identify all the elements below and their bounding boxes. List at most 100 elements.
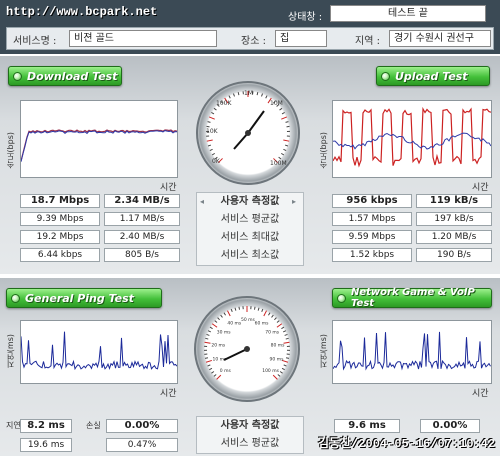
ping-graph [20,320,178,384]
upload-max-bps: 9.59 Mbps [332,230,412,244]
ping-gauge-tick [261,308,264,312]
download-min-bps: 6.44 kbps [20,248,100,262]
upload-avg-bytes: 197 kB/s [416,212,492,226]
game-axis-label: 지연(ms) [319,334,328,369]
upload-min-bps: 1.52 kbps [332,248,412,262]
upload-avg-bps: 1.57 Mbps [332,212,412,226]
label-service-avg: 서비스 평균값 [220,214,280,225]
upload-series-line [332,106,492,168]
ping-gauge-tick [268,312,271,316]
speed-gauge-tick [209,116,215,120]
status-label: 상태창 : [288,12,323,23]
speed-gauge-tick [209,148,213,152]
speed-tick-0k: 0K [212,158,221,165]
network-game-voip-test-button[interactable]: Network Game & VoIP Test [332,287,492,309]
status-value: 테스트 끝 [330,5,486,22]
speed-tick-100m: 100M [270,160,287,167]
upload-min-bytes: 190 B/s [416,248,492,262]
download-max-bytes: 2.40 MB/s [104,230,180,244]
speed-gauge-tick [213,107,217,111]
speed-gauge-tick [206,139,213,142]
ping-gauge-tick [283,364,287,367]
speed-gauge-tick [278,156,282,160]
speed-gauge-tick [207,144,212,147]
ping-gauge: 0 ms 10 ms 20 ms 30 ms 40 ms 50 ms 60 ms 70 ms 8… [194,296,300,402]
speed-gauge-tick [265,95,268,99]
ping-gauge-tick [254,306,256,310]
ping-gauge-tick [204,357,209,359]
ping-gauge-tick-label: 40 ms [227,320,242,326]
download-test-button[interactable]: Download Test [8,66,122,86]
speed-tick-10m: 10M [270,100,283,107]
bullet-icon [13,72,22,81]
ping-gauge-tick [223,312,226,316]
header-bar: http://www.bcpark.net 상태창 : 테스트 끝 서비스명 :… [0,0,500,54]
service-field: 비젼 골드 [69,30,217,47]
ping-gauge-tick [277,374,281,377]
ping-graph-svg [20,331,178,371]
ping-user-delay: 8.2 ms [20,419,72,433]
game-time-label: 시간 [472,389,489,399]
speed-gauge-tick [280,152,285,156]
download-graph-svg [20,129,178,162]
place-field: 집 [275,30,327,47]
ping-gauge-face: 0 ms10 ms20 ms30 ms40 ms50 ms60 ms70 ms8… [204,306,290,380]
speed-gauge-tick [261,93,264,97]
ping-gauge-tick [276,323,283,328]
upload-test-label: Upload Test [395,69,468,83]
bullet-icon [337,294,346,303]
watermark-author-date: 김동찬/2004-05-16/07:10:42 [318,437,496,451]
ping-gauge-tick [227,310,231,317]
game-user-loss: 0.00% [420,419,480,433]
service-label: 서비스명 : [13,36,57,47]
speed-gauge-tick [283,139,290,142]
ping-series-line [20,331,178,371]
game-graph-svg [332,331,491,371]
download-avg-bytes: 1.17 MB/s [104,212,180,226]
ping-gauge-tick [274,317,277,321]
ping-gauge-tick [276,320,280,323]
ping-label-user-measure: 사용자 측정값 [220,420,280,431]
arrow-left-icon: ◂ [200,197,205,206]
download-series-line-2 [20,130,178,162]
ping-axis-label: 지연(ms) [6,334,15,369]
speed-gauge-tick [281,112,285,115]
speed-gauge-tick [211,112,215,115]
upload-graph-svg [332,106,492,168]
ping-gauge-tick [281,326,285,330]
speed-gauge-tick [237,92,240,96]
ping-gauge-tick [230,308,233,312]
ping-gauge-tick-label: 80 ms [271,342,286,348]
speed-gauge-tick [279,107,283,111]
download-test-label: Download Test [27,69,118,83]
ping-gauge-tick [271,314,274,318]
upload-user-bps: 956 kbps [332,194,412,208]
ping-gauge-tick [285,357,290,359]
ping-gauge-tick [263,310,267,317]
upload-axis-label: 속도(bps) [319,132,328,169]
ping-gauge-tick-label: 60 ms [255,320,270,326]
speed-tick-100k: 100K [216,100,232,107]
ping-label-service-avg: 서비스 평균값 [220,438,280,449]
speed-gauge-tick [284,144,289,147]
upload-test-button[interactable]: Upload Test [376,66,490,86]
general-ping-test-button[interactable]: General Ping Test [6,288,162,308]
download-min-bytes: 805 B/s [104,248,180,262]
ping-gauge-tick [207,330,212,333]
speed-tick-1m: 1M [244,90,253,97]
speed-gauge-tick [283,148,287,152]
speed-gauge-hub [245,130,251,136]
ping-gauge-tick-label: 100 ms [262,368,279,374]
ping-gauge-tick [220,314,223,318]
download-user-bps: 18.7 Mbps [20,194,100,208]
download-time-label: 시간 [160,183,177,193]
download-avg-bps: 9.39 Mbps [20,212,100,226]
ping-gauge-tick-label: 0 ms [220,368,232,374]
label-user-measure: 사용자 측정값 [220,196,280,207]
speed-gauge-needle-tail [233,132,249,150]
ping-gauge-hub [244,346,250,352]
ping-gauge-tick [285,337,289,340]
speed-tick-10k: 10K [206,128,219,135]
ping-gauge-tick [281,367,285,371]
info-bar: 서비스명 : 비젼 골드 장소 : 집 지역 : 경기 수원시 권선구 [6,27,494,50]
